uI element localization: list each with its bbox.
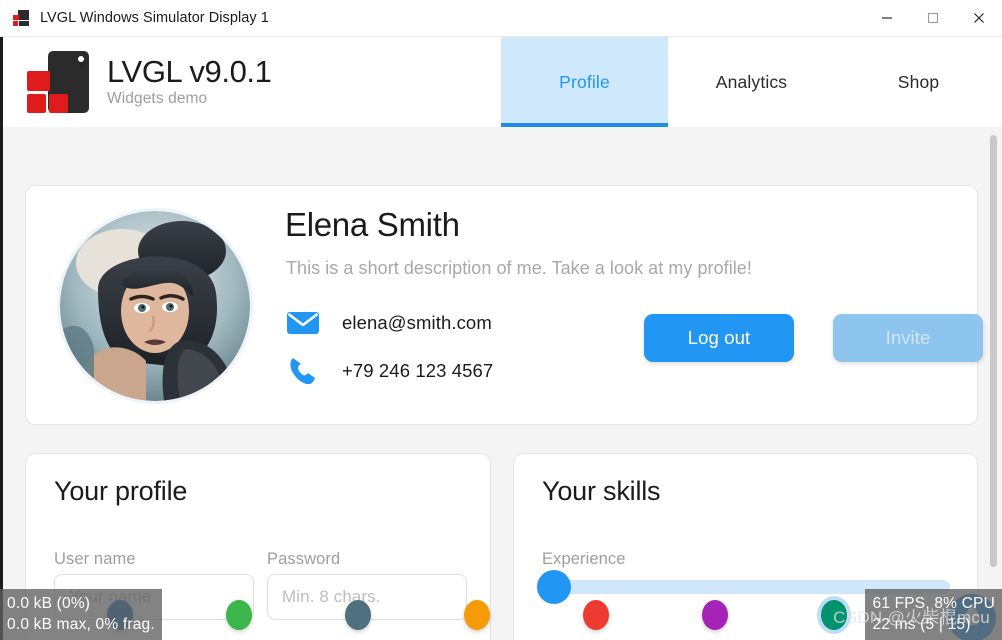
tab-profile[interactable]: Profile bbox=[501, 37, 668, 127]
experience-label: Experience bbox=[542, 550, 626, 568]
phone-icon bbox=[286, 356, 320, 386]
close-icon[interactable] bbox=[956, 0, 1002, 37]
vertical-scrollbar[interactable] bbox=[990, 135, 997, 625]
username-label: User name bbox=[54, 550, 136, 568]
window-title: LVGL Windows Simulator Display 1 bbox=[40, 10, 269, 26]
your-profile-heading: Your profile bbox=[54, 476, 188, 506]
email-value: elena@smith.com bbox=[342, 312, 492, 333]
tab-bar: Profile Analytics Shop bbox=[501, 37, 1002, 127]
color-dot-green[interactable] bbox=[226, 600, 252, 630]
invite-button[interactable]: Invite bbox=[833, 314, 983, 362]
user-description: This is a short description of me. Take … bbox=[286, 258, 752, 278]
memory-monitor-overlay: 0.0 kB (0%) 0.0 kB max, 0% frag. bbox=[0, 589, 162, 640]
email-row: elena@smith.com bbox=[286, 311, 492, 335]
phone-value: +79 246 123 4567 bbox=[342, 360, 494, 381]
app-window: LVGL Windows Simulator Display 1 LVGL v9… bbox=[0, 0, 1002, 640]
password-label: Password bbox=[267, 550, 341, 568]
tab-shop[interactable]: Shop bbox=[835, 37, 1002, 127]
color-dot-purple[interactable] bbox=[702, 600, 728, 630]
app-subtitle: Widgets demo bbox=[107, 90, 208, 108]
user-name: Elena Smith bbox=[285, 206, 460, 243]
user-avatar-photo bbox=[60, 211, 250, 401]
minimize-icon[interactable] bbox=[864, 0, 910, 37]
lvgl-logo-icon bbox=[27, 51, 89, 113]
app-title: LVGL v9.0.1 bbox=[107, 53, 272, 89]
title-bar: LVGL Windows Simulator Display 1 bbox=[0, 0, 1002, 37]
window-controls bbox=[864, 0, 1002, 37]
profile-card: Elena Smith This is a short description … bbox=[25, 185, 983, 425]
watermark: CSDN @火柴棍mcu bbox=[833, 608, 990, 627]
brand-block: LVGL v9.0.1 Widgets demo bbox=[107, 53, 272, 109]
phone-row: +79 246 123 4567 bbox=[286, 356, 493, 386]
color-dot-slate[interactable] bbox=[345, 600, 371, 630]
tab-analytics[interactable]: Analytics bbox=[668, 37, 835, 127]
lvgl-logo-icon bbox=[13, 10, 29, 26]
color-dot-orange[interactable] bbox=[464, 600, 490, 630]
app-header: LVGL v9.0.1 Widgets demo Profile Analyti… bbox=[3, 37, 1002, 127]
color-dot-red[interactable] bbox=[583, 600, 609, 630]
lvgl-canvas: LVGL v9.0.1 Widgets demo Profile Analyti… bbox=[0, 37, 1002, 640]
your-skills-heading: Your skills bbox=[542, 476, 661, 506]
envelope-icon bbox=[286, 311, 320, 335]
logout-button[interactable]: Log out bbox=[644, 314, 794, 362]
scrollbar-thumb[interactable] bbox=[990, 135, 997, 567]
tab-content-profile: Elena Smith This is a short description … bbox=[3, 127, 1002, 640]
maximize-icon[interactable] bbox=[910, 0, 956, 37]
